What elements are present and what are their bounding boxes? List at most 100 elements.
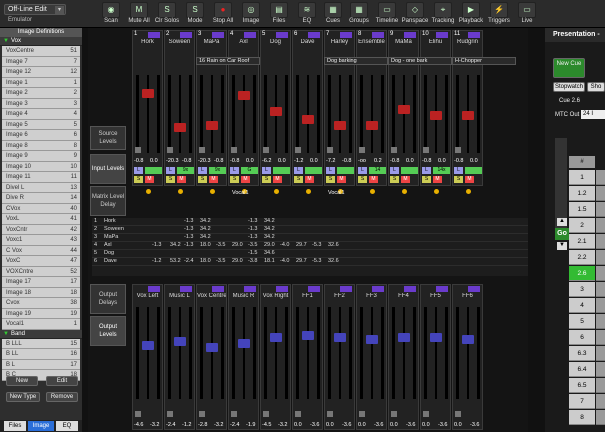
matrix-cell[interactable]: -2.4	[184, 258, 193, 266]
cue-row[interactable]: 2.6	[569, 266, 595, 281]
matrix-cell[interactable]: 34.2	[264, 218, 275, 226]
fader-handle[interactable]	[398, 333, 410, 342]
matrix-cell[interactable]: -4.0	[280, 242, 289, 250]
mute-button[interactable]: M	[401, 176, 410, 183]
group-tag[interactable]	[305, 167, 322, 174]
list-item[interactable]: Image 6 6	[2, 130, 80, 141]
matrix-level-delay-button[interactable]: Matrix Level Delay	[90, 186, 126, 216]
list-item[interactable]: VoxCentre 51	[2, 46, 80, 57]
matrix-cell[interactable]: -1.3	[248, 218, 257, 226]
input-levels-button[interactable]: Input Levels	[90, 154, 126, 184]
group-tag[interactable]: 9x	[209, 167, 226, 174]
link-button[interactable]: L	[134, 167, 143, 174]
cue-row[interactable]: 3	[569, 282, 595, 297]
matrix-cell[interactable]: 34.2	[264, 234, 275, 242]
list-item[interactable]: Image 12 12	[2, 67, 80, 78]
matrix-cell[interactable]: 34.2	[200, 218, 211, 226]
solo-button[interactable]: S	[454, 176, 463, 183]
matrix-cell[interactable]: 29.0	[232, 258, 243, 266]
matrix-cell[interactable]: -1.3	[248, 226, 257, 234]
fader-handle[interactable]	[142, 89, 154, 98]
cue-row[interactable]: 2.2	[569, 250, 595, 265]
cue-row[interactable]: 2	[569, 218, 595, 233]
link-button[interactable]: L	[230, 167, 239, 174]
group-vox[interactable]: ▼ Vox	[0, 37, 82, 46]
matrix-cell[interactable]: 34.2	[170, 242, 181, 250]
fader-handle[interactable]	[238, 91, 250, 100]
group-tag[interactable]: 9x	[177, 167, 194, 174]
matrix-cell[interactable]: -1.3	[152, 242, 161, 250]
link-button[interactable]: L	[422, 167, 431, 174]
fader-handle[interactable]	[174, 337, 186, 346]
list-item[interactable]: Image 4 4	[2, 109, 80, 120]
solo-button[interactable]: S	[294, 176, 303, 183]
matrix-cell[interactable]: -3.5	[216, 242, 225, 250]
mode-select[interactable]: Off-Line Edit ▾	[4, 4, 66, 15]
edit-button[interactable]: Edit	[46, 376, 78, 386]
matrix-cell[interactable]: -1.3	[184, 226, 193, 234]
list-item[interactable]: Dive R 14	[2, 193, 80, 204]
matrix-cell[interactable]: -5.3	[312, 242, 321, 250]
matrix-cell[interactable]: -5.3	[312, 258, 321, 266]
matrix-cell[interactable]: 34.2	[200, 226, 211, 234]
group-tag[interactable]: 14	[369, 167, 386, 174]
cue-row[interactable]: 6.4	[569, 362, 595, 377]
list-item[interactable]: VoxL 41	[2, 214, 80, 225]
list-item[interactable]: B LL 16	[2, 349, 80, 360]
fader-handle[interactable]	[302, 115, 314, 124]
list-item[interactable]: Image 11 11	[2, 172, 80, 183]
group-band[interactable]: ▼ Band	[0, 329, 82, 339]
list-item[interactable]: VOXCntre 52	[2, 266, 80, 277]
matrix-cell[interactable]: -3.5	[248, 242, 257, 250]
fader-handle[interactable]	[334, 121, 346, 130]
new-type-button[interactable]: New Type	[6, 392, 40, 402]
stopwatch-button[interactable]: Stopwatch	[553, 82, 585, 92]
fader-handle[interactable]	[206, 121, 218, 130]
list-item[interactable]: Image 19 19	[2, 308, 80, 319]
list-item[interactable]: Image 17 17	[2, 277, 80, 288]
remove-button[interactable]: Remove	[46, 392, 78, 402]
list-item[interactable]: VoxCntr 42	[2, 224, 80, 235]
toolbar-live-button[interactable]: ▭ Live	[514, 1, 540, 27]
link-button[interactable]: L	[198, 167, 207, 174]
matrix-cell[interactable]: 18.1	[264, 258, 275, 266]
fader-handle[interactable]	[270, 107, 282, 116]
list-item[interactable]: Image 18 18	[2, 287, 80, 298]
link-button[interactable]: L	[454, 167, 463, 174]
fader-handle[interactable]	[142, 341, 154, 350]
list-item[interactable]: Divel L 13	[2, 182, 80, 193]
link-button[interactable]: L	[262, 167, 271, 174]
list-item[interactable]: Image 10 10	[2, 161, 80, 172]
list-item[interactable]: Image 3 3	[2, 98, 80, 109]
solo-button[interactable]: S	[422, 176, 431, 183]
cue-name-field[interactable]: H-Chopper	[452, 57, 516, 65]
fader-handle[interactable]	[366, 335, 378, 344]
matrix-cell[interactable]: -1.2	[152, 258, 161, 266]
fader-handle[interactable]	[430, 111, 442, 120]
output-levels-button[interactable]: Output Levels	[90, 316, 126, 346]
list-item[interactable]: Image 9 9	[2, 151, 80, 162]
tab-files[interactable]: Files	[4, 421, 26, 431]
link-button[interactable]: L	[390, 167, 399, 174]
mute-button[interactable]: M	[177, 176, 186, 183]
mtc-field[interactable]: 24 I	[581, 110, 605, 119]
link-button[interactable]: L	[166, 167, 175, 174]
fader-handle[interactable]	[430, 333, 442, 342]
fader-handle[interactable]	[462, 111, 474, 120]
link-button[interactable]: L	[294, 167, 303, 174]
cue-row[interactable]: 5	[569, 314, 595, 329]
mute-button[interactable]: M	[465, 176, 474, 183]
cue-name-field[interactable]: Dog - one bark	[388, 57, 452, 65]
matrix-cell[interactable]: 34.2	[264, 226, 275, 234]
fader-handle[interactable]	[270, 333, 282, 342]
solo-button[interactable]: S	[390, 176, 399, 183]
source-levels-button[interactable]: Source Levels	[90, 126, 126, 150]
tab-eq[interactable]: EQ	[56, 421, 78, 431]
list-item[interactable]: B LLL 15	[2, 338, 80, 349]
matrix-cell[interactable]: 29.0	[232, 242, 243, 250]
list-item[interactable]: Image 8 8	[2, 140, 80, 151]
matrix-cell[interactable]: -1.3	[248, 234, 257, 242]
cue-row[interactable]: 6.3	[569, 346, 595, 361]
list-item[interactable]: Vocal1 1	[2, 319, 80, 330]
matrix-cell[interactable]: -1.3	[184, 242, 193, 250]
